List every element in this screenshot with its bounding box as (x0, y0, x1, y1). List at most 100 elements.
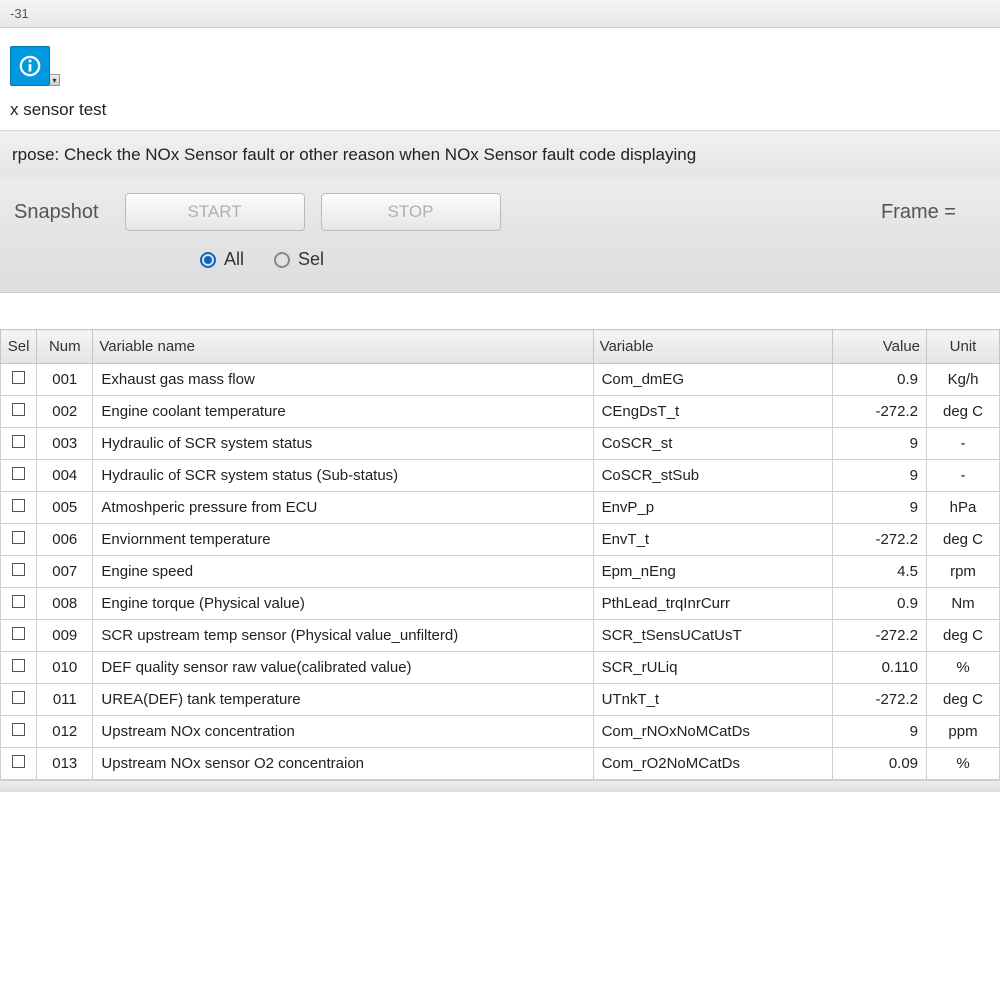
info-icon[interactable] (10, 46, 50, 86)
table-row[interactable]: 007Engine speedEpm_nEng4.5rpm (1, 556, 1000, 588)
radio-selected-icon (200, 252, 216, 268)
cell-value: 9 (833, 460, 927, 492)
cell-unit: deg C (927, 684, 1000, 716)
row-checkbox[interactable] (12, 755, 25, 768)
radio-all-label: All (224, 249, 244, 270)
table-row[interactable]: 006Enviornment temperatureEnvT_t-272.2de… (1, 524, 1000, 556)
cell-unit: deg C (927, 396, 1000, 428)
cell-num: 011 (37, 684, 93, 716)
cell-name: Upstream NOx concentration (93, 716, 593, 748)
cell-unit: Nm (927, 588, 1000, 620)
cell-variable: Epm_nEng (593, 556, 833, 588)
cell-name: Engine torque (Physical value) (93, 588, 593, 620)
frame-label: Frame = (881, 201, 986, 224)
cell-name: Enviornment temperature (93, 524, 593, 556)
cell-value: -272.2 (833, 684, 927, 716)
cell-name: Engine coolant temperature (93, 396, 593, 428)
cell-variable: Com_rNOxNoMCatDs (593, 716, 833, 748)
cell-num: 008 (37, 588, 93, 620)
table-row[interactable]: 003Hydraulic of SCR system statusCoSCR_s… (1, 428, 1000, 460)
header-variable[interactable]: Variable (593, 330, 833, 364)
row-checkbox[interactable] (12, 563, 25, 576)
row-checkbox[interactable] (12, 499, 25, 512)
cell-unit: deg C (927, 524, 1000, 556)
cell-variable: UTnkT_t (593, 684, 833, 716)
snapshot-label: Snapshot (14, 201, 99, 224)
cell-variable: EnvP_p (593, 492, 833, 524)
cell-unit: hPa (927, 492, 1000, 524)
cell-value: 0.110 (833, 652, 927, 684)
table-row[interactable]: 009SCR upstream temp sensor (Physical va… (1, 620, 1000, 652)
cell-unit: ppm (927, 716, 1000, 748)
cell-name: Hydraulic of SCR system status (93, 428, 593, 460)
cell-num: 001 (37, 364, 93, 396)
cell-name: Atmoshperic pressure from ECU (93, 492, 593, 524)
cell-unit: deg C (927, 620, 1000, 652)
cell-value: -272.2 (833, 620, 927, 652)
cell-num: 009 (37, 620, 93, 652)
cell-name: SCR upstream temp sensor (Physical value… (93, 620, 593, 652)
header-name[interactable]: Variable name (93, 330, 593, 364)
header-value[interactable]: Value (833, 330, 927, 364)
cell-num: 006 (37, 524, 93, 556)
header-unit[interactable]: Unit (927, 330, 1000, 364)
purpose-prefix: rpose: (12, 145, 64, 164)
row-checkbox[interactable] (12, 403, 25, 416)
table-row[interactable]: 012Upstream NOx concentrationCom_rNOxNoM… (1, 716, 1000, 748)
toolbar-dropdown-icon[interactable]: ▾ (50, 74, 60, 86)
cell-value: 0.9 (833, 588, 927, 620)
page-title: x sensor test (0, 92, 1000, 130)
cell-name: Hydraulic of SCR system status (Sub-stat… (93, 460, 593, 492)
start-button[interactable]: START (125, 193, 305, 231)
row-checkbox[interactable] (12, 371, 25, 384)
cell-value: 9 (833, 428, 927, 460)
table-row[interactable]: 005Atmoshperic pressure from ECUEnvP_p9h… (1, 492, 1000, 524)
toolbar: ▾ (0, 28, 1000, 92)
stop-button[interactable]: STOP (321, 193, 501, 231)
row-checkbox[interactable] (12, 467, 25, 480)
cell-num: 007 (37, 556, 93, 588)
cell-name: Engine speed (93, 556, 593, 588)
cell-variable: Com_dmEG (593, 364, 833, 396)
radio-sel[interactable]: Sel (274, 249, 324, 270)
filter-radio-group: All Sel (0, 241, 1000, 293)
row-checkbox[interactable] (12, 435, 25, 448)
cell-variable: Com_rO2NoMCatDs (593, 748, 833, 780)
cell-value: -272.2 (833, 396, 927, 428)
purpose-body: Check the NOx Sensor fault or other reas… (64, 145, 696, 164)
table-row[interactable]: 004Hydraulic of SCR system status (Sub-s… (1, 460, 1000, 492)
table-row[interactable]: 010DEF quality sensor raw value(calibrat… (1, 652, 1000, 684)
cell-variable: CEngDsT_t (593, 396, 833, 428)
cell-unit: % (927, 748, 1000, 780)
row-checkbox[interactable] (12, 531, 25, 544)
row-checkbox[interactable] (12, 627, 25, 640)
window-titlebar: -31 (0, 0, 1000, 28)
cell-value: 9 (833, 492, 927, 524)
header-num[interactable]: Num (37, 330, 93, 364)
cell-unit: - (927, 460, 1000, 492)
cell-variable: SCR_tSensUCatUsT (593, 620, 833, 652)
cell-name: Exhaust gas mass flow (93, 364, 593, 396)
row-checkbox[interactable] (12, 723, 25, 736)
table-row[interactable]: 001Exhaust gas mass flowCom_dmEG0.9Kg/h (1, 364, 1000, 396)
table-row[interactable]: 008Engine torque (Physical value)PthLead… (1, 588, 1000, 620)
cell-num: 013 (37, 748, 93, 780)
cell-unit: rpm (927, 556, 1000, 588)
horizontal-scrollbar[interactable] (0, 780, 1000, 792)
table-row[interactable]: 002Engine coolant temperatureCEngDsT_t-2… (1, 396, 1000, 428)
cell-unit: - (927, 428, 1000, 460)
cell-name: DEF quality sensor raw value(calibrated … (93, 652, 593, 684)
cell-variable: EnvT_t (593, 524, 833, 556)
cell-value: 9 (833, 716, 927, 748)
header-sel[interactable]: Sel (1, 330, 37, 364)
row-checkbox[interactable] (12, 659, 25, 672)
cell-num: 003 (37, 428, 93, 460)
row-checkbox[interactable] (12, 595, 25, 608)
cell-variable: CoSCR_st (593, 428, 833, 460)
cell-name: Upstream NOx sensor O2 concentraion (93, 748, 593, 780)
row-checkbox[interactable] (12, 691, 25, 704)
table-row[interactable]: 013Upstream NOx sensor O2 concentraionCo… (1, 748, 1000, 780)
radio-all[interactable]: All (200, 249, 244, 270)
radio-sel-label: Sel (298, 249, 324, 270)
table-row[interactable]: 011UREA(DEF) tank temperatureUTnkT_t-272… (1, 684, 1000, 716)
